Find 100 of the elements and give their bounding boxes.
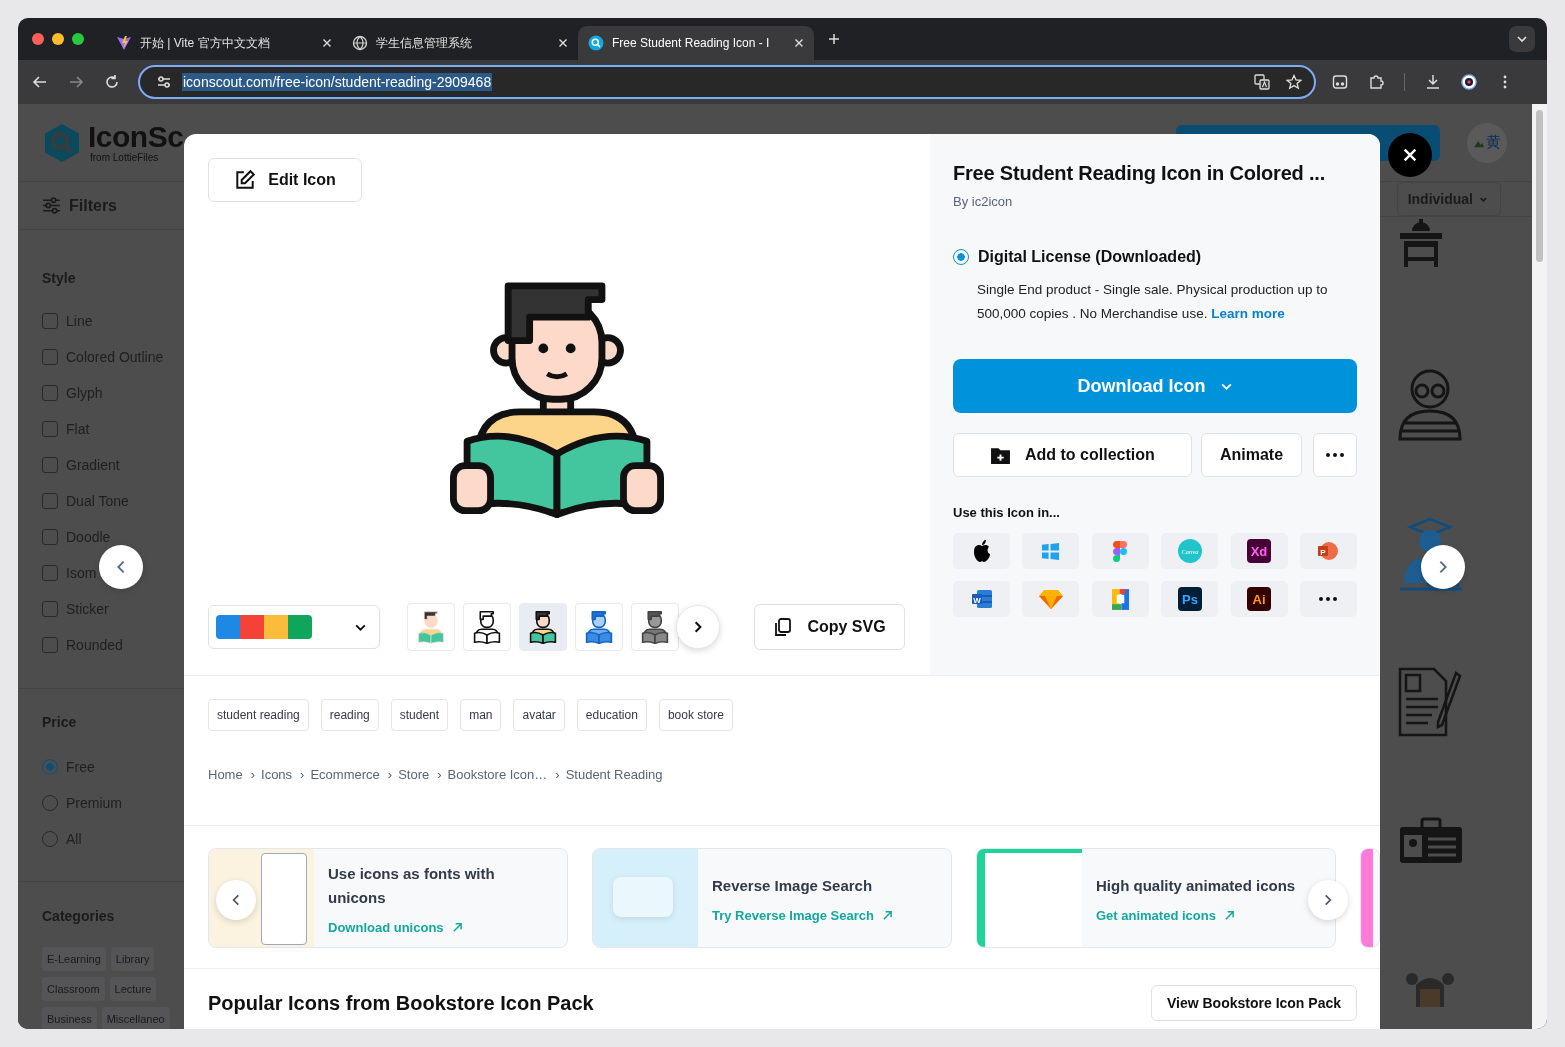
color-palette-dropdown[interactable] bbox=[208, 605, 380, 649]
app-tile[interactable]: Xd bbox=[1230, 533, 1288, 569]
promo-title: Use icons as fonts with unicons bbox=[328, 863, 496, 908]
app-tile[interactable] bbox=[1091, 533, 1149, 569]
sliders-icon[interactable] bbox=[42, 197, 61, 214]
diamond-icon bbox=[1038, 589, 1063, 609]
arrow-up-right-icon bbox=[1223, 909, 1235, 921]
app-tile[interactable]: Ai bbox=[1230, 581, 1288, 617]
checkbox[interactable] bbox=[42, 601, 58, 617]
breadcrumb-link[interactable]: Bookstore Icon… bbox=[447, 766, 548, 782]
checkbox[interactable] bbox=[42, 349, 58, 365]
tag-chip[interactable]: student reading bbox=[208, 699, 309, 731]
promo-card[interactable]: Reverse Image Search Try Reverse Image Search bbox=[592, 848, 952, 948]
promo-card[interactable] bbox=[1360, 848, 1380, 948]
close-button[interactable] bbox=[1388, 133, 1432, 177]
scrollbar[interactable] bbox=[1532, 104, 1547, 1029]
style-variant-thumbnail[interactable] bbox=[575, 603, 623, 651]
radio-button[interactable] bbox=[42, 759, 58, 775]
close-icon bbox=[1402, 147, 1418, 163]
checkbox[interactable] bbox=[42, 313, 58, 329]
download-icon-button[interactable]: Download Icon bbox=[953, 359, 1357, 413]
desk-bell-drawing bbox=[1398, 217, 1444, 269]
copy-svg-button[interactable]: Copy SVG bbox=[754, 604, 905, 650]
section-heading: Popular Icons from Bookstore Icon Pack bbox=[208, 991, 594, 1015]
checkbox[interactable] bbox=[42, 493, 58, 509]
checkbox[interactable] bbox=[42, 565, 58, 581]
sliders-icon[interactable] bbox=[156, 74, 172, 90]
tag-chip[interactable]: avatar bbox=[513, 699, 565, 731]
tag-chip[interactable]: education bbox=[576, 699, 647, 731]
close-window-button[interactable] bbox=[32, 33, 44, 45]
license-label: Digital License (Downloaded) bbox=[978, 248, 1202, 266]
app-tile[interactable] bbox=[1299, 581, 1357, 617]
profile-avatar-icon[interactable] bbox=[1461, 74, 1477, 90]
checkbox[interactable] bbox=[42, 529, 58, 545]
tag-chip[interactable]: reading bbox=[320, 699, 379, 731]
promo-title: High quality animated icons bbox=[1096, 875, 1296, 896]
puzzle-icon[interactable] bbox=[1368, 74, 1384, 90]
view-icon-pack-button[interactable]: View Bookstore Icon Pack bbox=[1150, 985, 1357, 1021]
checkbox[interactable] bbox=[42, 385, 58, 401]
promo-card[interactable]: High quality animated icons Get animated icons bbox=[976, 848, 1336, 948]
star-icon[interactable] bbox=[1286, 74, 1302, 90]
close-icon[interactable] bbox=[794, 38, 804, 48]
document-logo-icon bbox=[1111, 588, 1129, 610]
zoom-window-button[interactable] bbox=[72, 33, 84, 45]
style-variant-thumbnail[interactable] bbox=[463, 603, 511, 651]
style-variant-thumbnail[interactable] bbox=[631, 603, 679, 651]
download-icon[interactable] bbox=[1425, 74, 1441, 90]
close-icon[interactable] bbox=[322, 38, 332, 48]
author-text: By ic2icon bbox=[953, 194, 1014, 210]
back-icon[interactable] bbox=[32, 74, 48, 90]
translate-icon[interactable] bbox=[1254, 74, 1270, 90]
app-tile[interactable]: P bbox=[1299, 533, 1357, 569]
breadcrumb-separator: › bbox=[300, 766, 305, 782]
glasses-icon[interactable] bbox=[1332, 74, 1348, 90]
breadcrumb-link[interactable]: Home bbox=[208, 766, 243, 782]
tag-chip[interactable]: student bbox=[390, 699, 449, 731]
minimize-window-button[interactable] bbox=[52, 33, 64, 45]
radio-button[interactable] bbox=[953, 249, 969, 265]
breadcrumb-link[interactable]: Store bbox=[398, 766, 430, 782]
app-tile[interactable] bbox=[1022, 581, 1080, 617]
license-description: Single End product - Single sale. Physical production up to 500,000 copies . No Merchandise use. Learn more bbox=[977, 281, 1329, 323]
tab-title: 学生信息管理系统 bbox=[376, 34, 473, 52]
next-button[interactable] bbox=[1421, 545, 1465, 589]
checkbox[interactable] bbox=[42, 457, 58, 473]
presentation-logo-icon: P bbox=[1317, 541, 1340, 561]
folder-plus-icon bbox=[990, 445, 1011, 465]
checkbox[interactable] bbox=[42, 421, 58, 437]
address-bar[interactable]: iconscout.com/free-icon/student-reading-2909468 bbox=[138, 65, 1316, 99]
learn-more-link[interactable]: Learn more bbox=[1211, 306, 1285, 321]
edit-icon-button[interactable]: Edit Icon bbox=[208, 158, 362, 202]
tag-chip[interactable]: man bbox=[460, 699, 502, 731]
edit-icon bbox=[234, 168, 257, 191]
tag-chip[interactable]: book store bbox=[658, 699, 733, 731]
breadcrumb-link[interactable]: Student Reading bbox=[565, 766, 663, 782]
style-variant-thumbnail[interactable] bbox=[519, 603, 567, 651]
app-tile[interactable] bbox=[1091, 581, 1149, 617]
close-icon[interactable] bbox=[558, 38, 568, 48]
animate-button[interactable]: Animate bbox=[1200, 433, 1303, 477]
search-logo-icon bbox=[588, 35, 604, 51]
figma-icon bbox=[1113, 540, 1128, 562]
breadcrumb-link[interactable]: Icons bbox=[261, 766, 293, 782]
browser-tab[interactable]: 学生信息管理系统 bbox=[342, 26, 578, 60]
tab-search-button[interactable] bbox=[1509, 26, 1535, 52]
browser-tab[interactable]: Free Student Reading Icon - I bbox=[578, 26, 814, 60]
use-in-heading: Use this Icon in... bbox=[953, 504, 1061, 522]
reload-icon[interactable] bbox=[104, 74, 120, 90]
app-tile[interactable] bbox=[1022, 533, 1080, 569]
app-tile[interactable]: Ps bbox=[1161, 581, 1219, 617]
app-tile[interactable] bbox=[953, 533, 1010, 569]
checkbox[interactable] bbox=[42, 637, 58, 653]
style-variant-thumbnail[interactable] bbox=[407, 603, 455, 651]
app-tile[interactable]: W bbox=[953, 581, 1010, 617]
previous-button[interactable] bbox=[99, 545, 143, 589]
breadcrumb-link[interactable]: Ecommerce bbox=[310, 766, 380, 782]
add-to-collection-button[interactable]: Add to collection bbox=[953, 433, 1192, 477]
plus-icon[interactable] bbox=[828, 33, 840, 45]
browser-tab[interactable]: 开始 | Vite 官方中文文档 bbox=[106, 26, 342, 60]
breadcrumb-separator: › bbox=[387, 766, 393, 782]
forward-icon[interactable] bbox=[68, 74, 84, 90]
app-logo-icon: Ps bbox=[1177, 587, 1202, 611]
